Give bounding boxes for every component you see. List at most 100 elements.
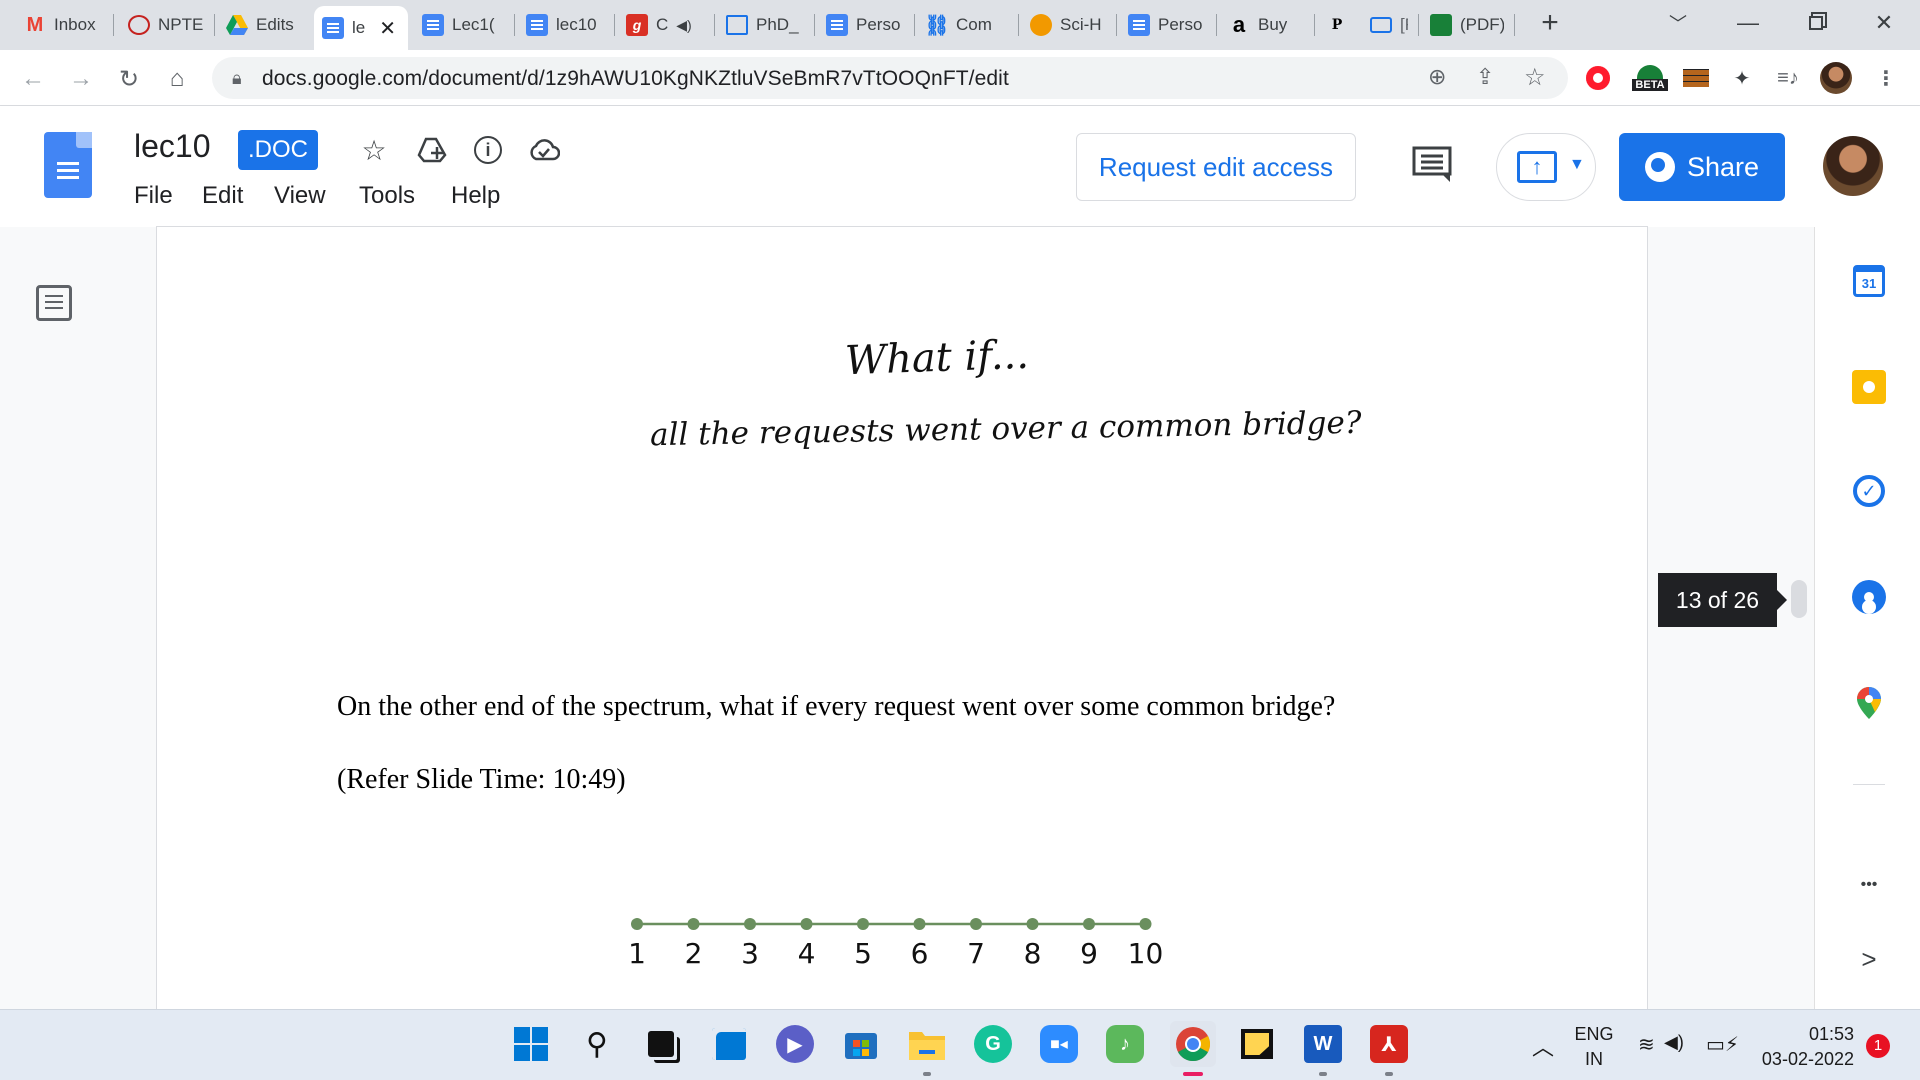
scrollbar-thumb[interactable] [1791, 580, 1807, 618]
number-line-point [800, 918, 813, 930]
notification-badge[interactable]: 1 [1866, 1034, 1890, 1058]
active-app-indicator [1183, 1072, 1203, 1076]
browser-tab[interactable]: lec10 [518, 8, 610, 42]
close-window-button[interactable]: ✕ [1864, 8, 1904, 38]
nptel-icon [128, 15, 150, 35]
google-docs-icon [526, 14, 548, 36]
extensions-puzzle-icon[interactable]: ✦ [1728, 64, 1756, 92]
document-canvas: What if... all the requests went over a … [0, 227, 1814, 1009]
chrome-icon[interactable] [1170, 1021, 1216, 1067]
menu-help[interactable]: Help [451, 182, 500, 210]
input-language-indicator[interactable]: ENG IN [1572, 1024, 1616, 1070]
document-details-info-icon[interactable]: i [470, 132, 506, 168]
chrome-menu-icon[interactable]: ⋮ [1872, 64, 1900, 92]
google-keep-icon[interactable] [1851, 369, 1887, 405]
search-icon[interactable]: ⚲ [578, 1025, 616, 1063]
wifi-icon[interactable]: ≋ [1638, 1032, 1655, 1057]
close-tab-icon[interactable]: ✕ [379, 16, 396, 41]
back-arrow-icon[interactable]: ← [16, 62, 50, 96]
address-bar[interactable]: 🔒︎ docs.google.com/document/d/1z9hAWU10K… [212, 57, 1568, 99]
clock[interactable]: 01:53 03-02-2022 [1750, 1024, 1854, 1070]
widgets-icon[interactable] [710, 1025, 748, 1063]
refer-slide-time: (Refer Slide Time: 10:49) [337, 764, 626, 795]
comment-history-icon[interactable] [1412, 146, 1456, 186]
beta-extension-icon[interactable]: BETA [1630, 64, 1670, 92]
google-calendar-icon[interactable]: 31 [1851, 263, 1887, 299]
present-to-meeting-button[interactable]: ↑ ▼ [1496, 133, 1596, 201]
media-control-icon[interactable]: ≡♪ [1774, 64, 1802, 92]
bookmark-star-icon[interactable]: ☆ [1524, 63, 1546, 92]
browser-tab[interactable]: [F [1362, 8, 1416, 42]
profile-avatar[interactable] [1820, 62, 1852, 94]
microsoft-word-icon[interactable]: W [1304, 1025, 1342, 1063]
browser-tab[interactable]: M Inbox [16, 8, 111, 42]
url-text[interactable]: docs.google.com/document/d/1z9hAWU10KgNK… [262, 67, 1009, 91]
google-drive-icon [226, 14, 248, 36]
browser-tab[interactable]: PhD_ [718, 8, 810, 42]
browser-tab[interactable]: NPTE [120, 8, 212, 42]
add-shortcut-to-drive-icon[interactable] [414, 132, 450, 168]
browser-tab[interactable]: Edits [218, 8, 310, 42]
restore-button[interactable] [1796, 8, 1836, 38]
browser-tab-active[interactable]: le ✕ [314, 6, 408, 50]
sticky-notes-icon[interactable] [1238, 1025, 1276, 1063]
battery-charging-icon[interactable]: ▭⚡ [1706, 1032, 1739, 1057]
tab-separator [814, 14, 815, 36]
menu-view[interactable]: View [274, 182, 326, 210]
opera-extension-icon[interactable] [1584, 64, 1612, 92]
share-page-icon[interactable]: ⇪ [1476, 64, 1494, 90]
browser-tab[interactable]: a Buy [1220, 8, 1312, 42]
google-maps-icon[interactable] [1851, 685, 1887, 721]
teams-chat-icon[interactable]: ▶ [776, 1025, 814, 1063]
browser-tab[interactable]: ⛓ Com [918, 8, 1016, 42]
google-docs-logo-icon[interactable] [44, 132, 92, 198]
more-apps-icon[interactable]: ••• [1851, 867, 1887, 903]
zoom-meetings-icon[interactable]: ■◂ [1040, 1025, 1078, 1063]
share-button[interactable]: Share [1619, 133, 1785, 201]
menu-tools[interactable]: Tools [359, 182, 415, 210]
volume-icon[interactable]: ◀) [1664, 1032, 1684, 1053]
adobe-acrobat-icon[interactable]: ⅄ [1370, 1025, 1408, 1063]
tab-search-chevron-icon[interactable]: ﹀ [1658, 8, 1698, 38]
request-edit-access-button[interactable]: Request edit access [1076, 133, 1356, 201]
forward-arrow-icon[interactable]: → [64, 62, 98, 96]
lock-icon[interactable]: 🔒︎ [232, 68, 242, 89]
number-line-point [1083, 918, 1095, 930]
google-tasks-icon[interactable]: ✓ [1851, 473, 1887, 509]
browser-tab[interactable]: (PDF) [1422, 8, 1512, 42]
tab-separator [1116, 14, 1117, 36]
running-app-indicator [923, 1072, 931, 1076]
account-avatar[interactable] [1823, 136, 1883, 196]
document-title[interactable]: lec10 [134, 128, 211, 165]
microsoft-store-icon[interactable] [842, 1025, 880, 1063]
document-page[interactable]: What if... all the requests went over a … [157, 227, 1647, 1009]
audio-playing-icon[interactable]: ◀) [676, 17, 691, 34]
expand-panel-chevron-icon[interactable]: > [1851, 941, 1887, 977]
cloud-saved-status-icon[interactable] [526, 132, 562, 168]
menu-edit[interactable]: Edit [202, 182, 243, 210]
music-app-icon[interactable]: ♪ [1106, 1025, 1144, 1063]
google-docs-icon [322, 17, 344, 39]
number-line-point [1139, 918, 1152, 930]
zoom-icon[interactable]: ⊕ [1428, 64, 1446, 90]
google-contacts-icon[interactable] [1851, 579, 1887, 615]
document-outline-icon[interactable] [36, 285, 72, 321]
new-tab-button[interactable]: + [1530, 6, 1570, 39]
browser-tab[interactable]: g C ◀) [618, 8, 710, 42]
reload-icon[interactable]: ↻ [112, 62, 146, 96]
browser-tab[interactable]: Perso [1120, 8, 1212, 42]
minimize-button[interactable]: — [1728, 8, 1768, 38]
browser-tab[interactable]: Lec1( [414, 8, 504, 42]
task-view-icon[interactable] [642, 1025, 680, 1063]
browser-tab[interactable]: Sci-H [1022, 8, 1114, 42]
browser-tab[interactable]: Perso [818, 8, 910, 42]
browser-tab[interactable]: P [1318, 8, 1360, 42]
bricks-extension-icon[interactable] [1682, 64, 1710, 92]
show-hidden-icons-chevron-icon[interactable]: ︿ [1532, 1030, 1554, 1062]
home-icon[interactable]: ⌂ [160, 62, 194, 96]
file-explorer-icon[interactable] [908, 1025, 946, 1063]
windows-start-icon[interactable] [512, 1025, 550, 1063]
grammarly-icon[interactable]: G [974, 1025, 1012, 1063]
menu-file[interactable]: File [134, 182, 173, 210]
star-icon[interactable]: ☆ [356, 132, 392, 168]
